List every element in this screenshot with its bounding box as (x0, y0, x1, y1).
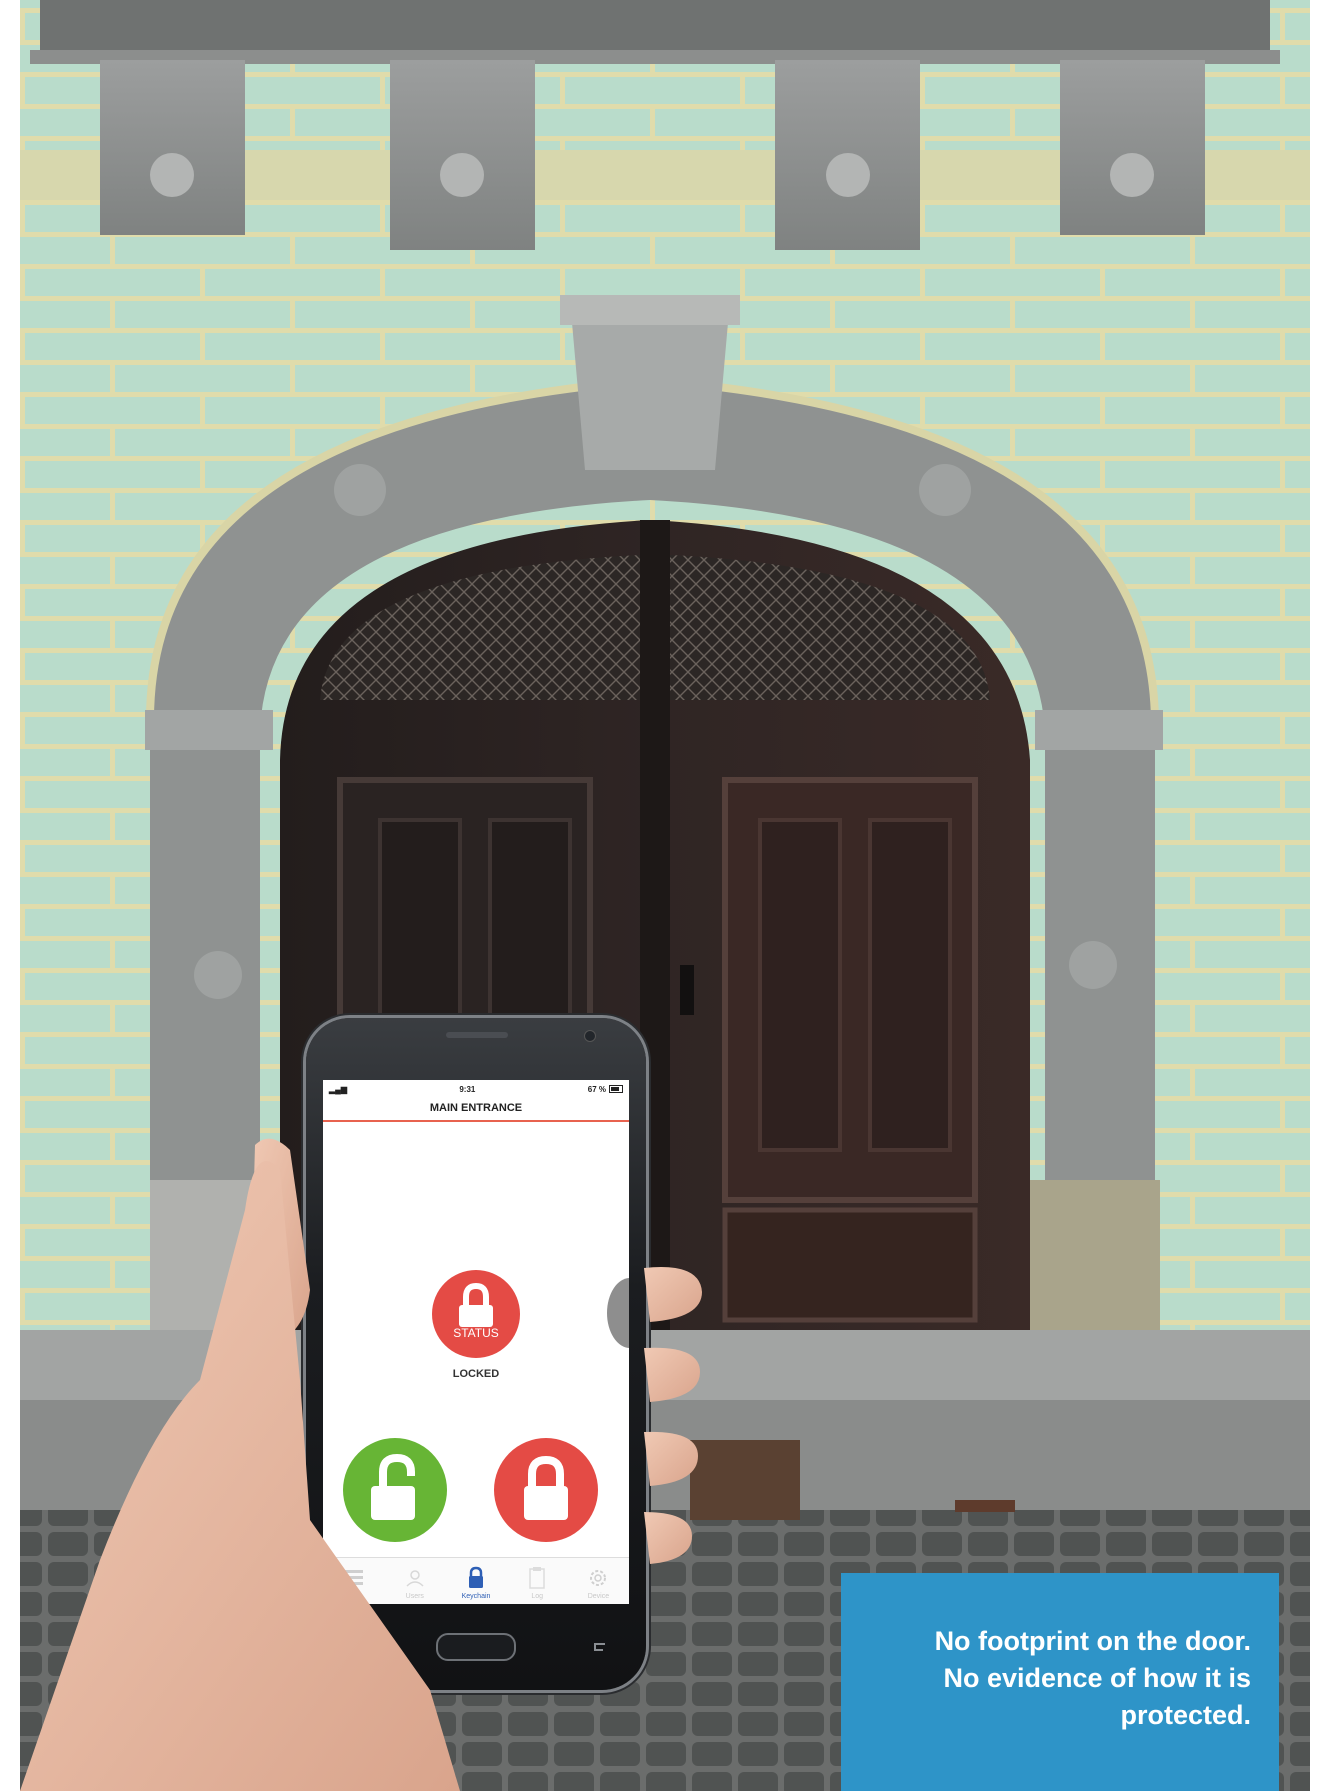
tab-label: Menu (344, 1593, 363, 1600)
clipboard-icon (529, 1567, 545, 1589)
battery-percent: 67 % (587, 1084, 606, 1094)
padlock-icon (459, 1282, 493, 1327)
caption-line-1: No footprint on the door. (934, 1626, 1251, 1656)
locked-padlock-icon (524, 1455, 568, 1520)
tab-label: Keychain (461, 1593, 491, 1600)
lock-status-text: LOCKED (452, 1368, 500, 1380)
facade-photo (0, 0, 1324, 1791)
back-icon[interactable] (589, 1640, 609, 1654)
unlock-button[interactable] (343, 1438, 447, 1542)
tab-device[interactable]: Device (568, 1558, 629, 1604)
tab-label: Device (587, 1593, 610, 1600)
recent-apps-icon[interactable] (343, 1640, 363, 1654)
menu-icon (344, 1570, 363, 1585)
status-block: STATUS LOCKED (323, 1270, 629, 1380)
phone-screen: ▂▄▆ 9:31 67 % MAIN ENTRANCE STATUS LOCKE… (323, 1080, 629, 1604)
tab-keychain[interactable]: Keychain (445, 1558, 506, 1604)
caption-line-3: protected. (1120, 1700, 1251, 1730)
gear-icon (590, 1570, 607, 1586)
status-label: STATUS (453, 1326, 499, 1340)
phone-speaker (446, 1032, 508, 1038)
tab-users[interactable]: Users (384, 1558, 445, 1604)
smartphone: ▂▄▆ 9:31 67 % MAIN ENTRANCE STATUS LOCKE… (306, 1018, 646, 1690)
users-icon (406, 1570, 424, 1587)
phone-camera (584, 1030, 596, 1042)
lock-button[interactable] (494, 1438, 598, 1542)
status-indicator[interactable]: STATUS (432, 1270, 520, 1358)
battery-icon (608, 1085, 623, 1093)
signal-icon: ▂▄▆ (329, 1084, 347, 1094)
tab-bar: Menu Users Keychain Log Device (323, 1557, 629, 1604)
status-bar: ▂▄▆ 9:31 67 % (323, 1080, 629, 1098)
tab-label: Log (531, 1593, 544, 1600)
app-title: MAIN ENTRANCE (323, 1098, 629, 1122)
scene: ▂▄▆ 9:31 67 % MAIN ENTRANCE STATUS LOCKE… (0, 0, 1324, 1791)
status-right: 67 % (588, 1085, 623, 1094)
hardware-keys (306, 1622, 646, 1672)
tab-menu[interactable]: Menu (323, 1558, 384, 1604)
unlocked-padlock-icon (371, 1453, 415, 1520)
caption-line-2: No evidence of how it is (943, 1663, 1251, 1693)
caption-box: No footprint on the door. No evidence of… (841, 1573, 1279, 1791)
status-time: 9:31 (459, 1084, 476, 1094)
home-button[interactable] (435, 1633, 516, 1661)
padlock-icon (469, 1566, 483, 1588)
tab-label: Users (405, 1593, 424, 1600)
tab-log[interactable]: Log (507, 1558, 568, 1604)
